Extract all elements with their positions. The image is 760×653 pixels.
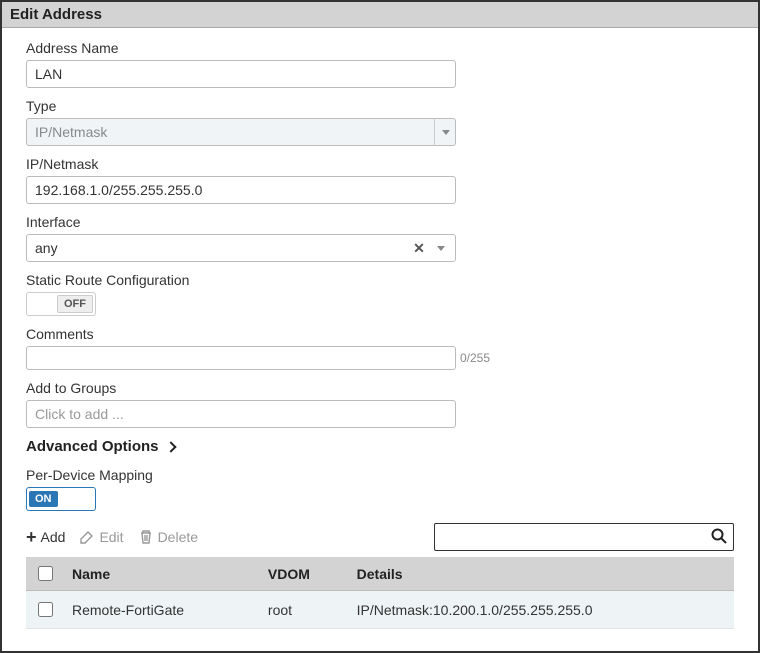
add-to-groups-input[interactable]: [26, 400, 456, 428]
comments-counter: 0/255: [460, 351, 490, 365]
ip-netmask-input[interactable]: [26, 176, 456, 204]
trash-icon: [138, 529, 154, 545]
select-all-checkbox[interactable]: [38, 566, 53, 581]
add-label: Add: [41, 529, 66, 545]
per-device-toggle[interactable]: ON: [26, 487, 96, 511]
col-name: Name: [64, 557, 260, 591]
chevron-down-icon[interactable]: [432, 234, 450, 262]
per-device-label: Per-Device Mapping: [26, 467, 734, 483]
table-header-row: Name VDOM Details: [26, 557, 734, 591]
interface-value: any: [35, 240, 58, 256]
form-content: Address Name Type IP/Netmask IP/Netmask …: [2, 28, 758, 651]
col-vdom: VDOM: [260, 557, 349, 591]
select-all-header: [26, 557, 64, 591]
advanced-options-toggle[interactable]: Advanced Options: [26, 438, 734, 455]
col-details: Details: [349, 557, 734, 591]
static-route-toggle[interactable]: OFF: [26, 292, 96, 316]
add-button[interactable]: + Add: [26, 528, 65, 546]
window-title: Edit Address: [2, 2, 758, 28]
plus-icon: +: [26, 528, 37, 546]
mapping-toolbar: + Add Edit Delete: [26, 523, 734, 551]
chevron-right-icon: [165, 441, 176, 452]
row-details: IP/Netmask:10.200.1.0/255.255.255.0: [349, 591, 734, 629]
type-select[interactable]: IP/Netmask: [26, 118, 456, 146]
row-name: Remote-FortiGate: [64, 591, 260, 629]
interface-select[interactable]: any ✕: [26, 234, 456, 262]
comments-label: Comments: [26, 326, 734, 342]
search-wrap: [434, 523, 734, 551]
static-route-label: Static Route Configuration: [26, 272, 734, 288]
row-vdom: root: [260, 591, 349, 629]
edit-label: Edit: [99, 529, 123, 545]
row-check-cell: [26, 591, 64, 629]
type-label: Type: [26, 98, 734, 114]
toggle-off-handle: OFF: [57, 295, 93, 313]
mapping-table: Name VDOM Details Remote-FortiGate root …: [26, 557, 734, 629]
table-row[interactable]: Remote-FortiGate root IP/Netmask:10.200.…: [26, 591, 734, 629]
address-name-label: Address Name: [26, 40, 734, 56]
row-checkbox[interactable]: [38, 602, 53, 617]
edit-button[interactable]: Edit: [79, 529, 123, 545]
delete-button[interactable]: Delete: [138, 529, 198, 545]
comments-input[interactable]: [26, 346, 456, 370]
interface-label: Interface: [26, 214, 734, 230]
type-value: IP/Netmask: [35, 124, 107, 140]
search-input[interactable]: [434, 523, 734, 551]
advanced-options-label: Advanced Options: [26, 438, 159, 455]
address-name-input[interactable]: [26, 60, 456, 88]
clear-icon[interactable]: ✕: [410, 234, 428, 262]
delete-label: Delete: [158, 529, 198, 545]
toggle-on-handle: ON: [29, 491, 58, 507]
search-icon[interactable]: [710, 527, 728, 548]
edit-icon: [79, 529, 95, 545]
edit-address-window: Edit Address Address Name Type IP/Netmas…: [0, 0, 760, 653]
ip-netmask-label: IP/Netmask: [26, 156, 734, 172]
add-to-groups-label: Add to Groups: [26, 380, 734, 396]
chevron-down-icon: [434, 118, 456, 146]
